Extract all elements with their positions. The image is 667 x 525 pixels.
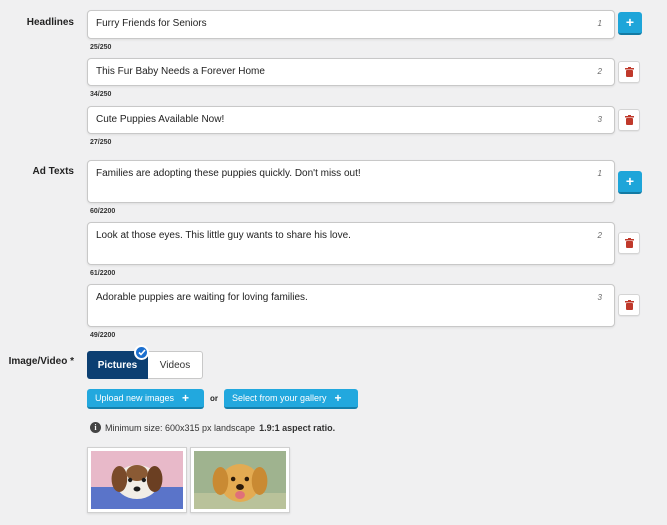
image-thumbnail[interactable] <box>87 447 187 513</box>
upload-new-images-button[interactable]: Upload new images + <box>87 389 204 409</box>
info-icon: i <box>90 422 101 433</box>
headline-char-count: 27/250 <box>90 139 112 146</box>
ad-text-index: 3 <box>597 293 602 302</box>
delete-ad-text-button[interactable] <box>618 294 640 316</box>
or-separator: or <box>210 394 218 403</box>
ad-text-input-2[interactable]: Look at those eyes. This little guy want… <box>87 222 615 265</box>
delete-ad-text-button[interactable] <box>618 232 640 254</box>
plus-icon: + <box>182 391 190 405</box>
headline-input-1[interactable]: Furry Friends for Seniors 1 <box>87 10 615 39</box>
plus-icon: + <box>334 391 342 405</box>
trash-icon <box>624 67 634 77</box>
upload-label: Upload new images <box>95 393 175 403</box>
trash-icon <box>624 115 634 125</box>
headline-input-2[interactable]: This Fur Baby Needs a Forever Home 2 <box>87 58 615 86</box>
headlines-label: Headlines <box>26 17 74 28</box>
ad-text-input-1[interactable]: Families are adopting these puppies quic… <box>87 160 615 203</box>
add-headline-button[interactable]: + <box>618 12 642 35</box>
ad-text-index: 2 <box>597 231 602 240</box>
ad-text-value: Adorable puppies are waiting for loving … <box>96 292 308 303</box>
headline-index: 2 <box>597 67 602 76</box>
gallery-label: Select from your gallery <box>232 393 327 403</box>
headline-value: Cute Puppies Available Now! <box>96 114 225 125</box>
puppy-image <box>194 451 286 509</box>
info-text: Minimum size: 600x315 px landscape <box>105 422 256 433</box>
headline-char-count: 34/250 <box>90 91 112 98</box>
image-video-label: Image/Video * <box>0 356 74 367</box>
ad-text-char-count: 60/2200 <box>90 208 116 215</box>
headline-char-count: 25/250 <box>90 44 112 51</box>
ad-texts-label: Ad Texts <box>32 166 75 177</box>
puppy-image <box>91 451 183 509</box>
tab-videos[interactable]: Videos <box>148 351 203 379</box>
image-thumbnail[interactable] <box>190 447 290 513</box>
image-video-label-text: Image/Video <box>8 356 68 367</box>
required-mark: * <box>70 356 74 367</box>
headline-index: 3 <box>597 115 602 124</box>
size-requirement-info: i Minimum size: 600x315 px landscape 1.9… <box>90 422 335 433</box>
ad-text-char-count: 49/2200 <box>90 332 116 339</box>
headline-value: Furry Friends for Seniors <box>96 18 207 29</box>
trash-icon <box>624 300 634 310</box>
ad-text-char-count: 61/2200 <box>90 270 116 277</box>
ad-text-value: Families are adopting these puppies quic… <box>96 168 361 179</box>
ad-text-input-3[interactable]: Adorable puppies are waiting for loving … <box>87 284 615 327</box>
check-icon <box>134 345 149 360</box>
select-gallery-button[interactable]: Select from your gallery + <box>224 389 358 409</box>
delete-headline-button[interactable] <box>618 61 640 83</box>
headline-index: 1 <box>597 19 602 28</box>
ad-text-value: Look at those eyes. This little guy want… <box>96 230 351 241</box>
ad-text-index: 1 <box>597 169 602 178</box>
delete-headline-button[interactable] <box>618 109 640 131</box>
headline-input-3[interactable]: Cute Puppies Available Now! 3 <box>87 106 615 134</box>
add-ad-text-button[interactable]: + <box>618 171 642 194</box>
headline-value: This Fur Baby Needs a Forever Home <box>96 66 265 77</box>
info-aspect-ratio: 1.9:1 aspect ratio. <box>259 422 336 433</box>
trash-icon <box>624 238 634 248</box>
